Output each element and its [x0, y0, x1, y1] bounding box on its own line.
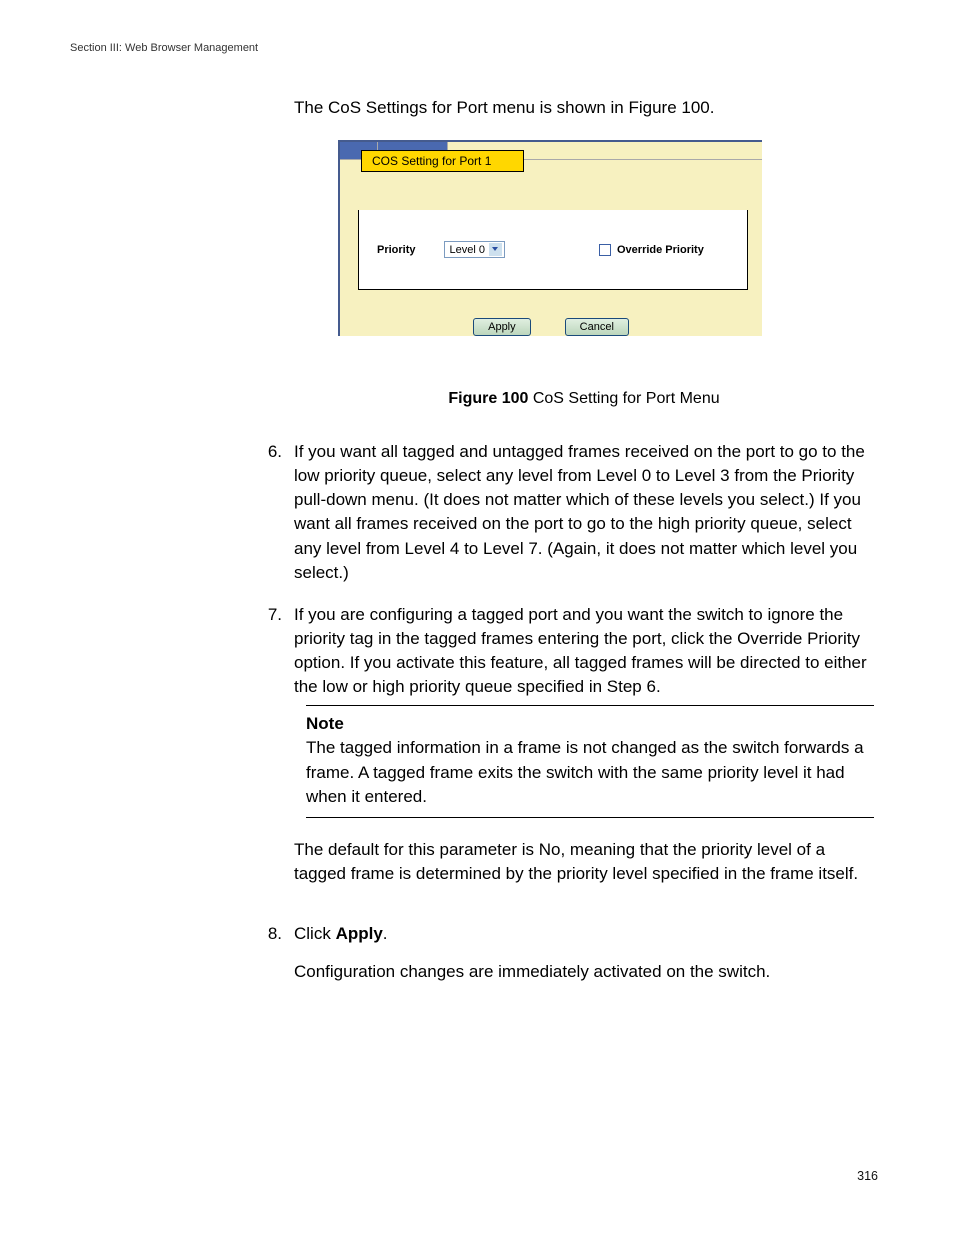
priority-label: Priority [377, 244, 416, 256]
form-panel: Priority Level 0 Override Priority [358, 210, 748, 290]
override-checkbox[interactable] [599, 244, 611, 256]
override-label: Override Priority [617, 244, 704, 256]
page-number: 316 [857, 1169, 878, 1183]
cancel-button[interactable]: Cancel [565, 318, 629, 336]
main-content: The CoS Settings for Port menu is shown … [294, 98, 874, 984]
intro-text: The CoS Settings for Port menu is shown … [294, 98, 874, 118]
chevron-down-icon [489, 243, 502, 256]
figure-screenshot: COS Setting for Port 1 Priority Level 0 … [338, 140, 762, 336]
figure-caption: Figure 100 CoS Setting for Port Menu [294, 390, 874, 408]
step-8-result: Configuration changes are immediately ac… [294, 960, 770, 984]
after-note: The default for this parameter is No, me… [294, 838, 874, 886]
panel-title: COS Setting for Port 1 [361, 150, 524, 172]
step-6: 6. If you want all tagged and untagged f… [294, 440, 874, 585]
page-header: Section III: Web Browser Management [70, 42, 884, 54]
priority-value: Level 0 [450, 244, 485, 256]
step-7: 7. If you are configuring a tagged port … [294, 603, 874, 904]
apply-button[interactable]: Apply [473, 318, 531, 336]
note-block: Note The tagged information in a frame i… [306, 705, 874, 818]
step-8: 8. Click Apply. Configuration changes ar… [294, 922, 874, 984]
priority-select[interactable]: Level 0 [444, 241, 505, 258]
